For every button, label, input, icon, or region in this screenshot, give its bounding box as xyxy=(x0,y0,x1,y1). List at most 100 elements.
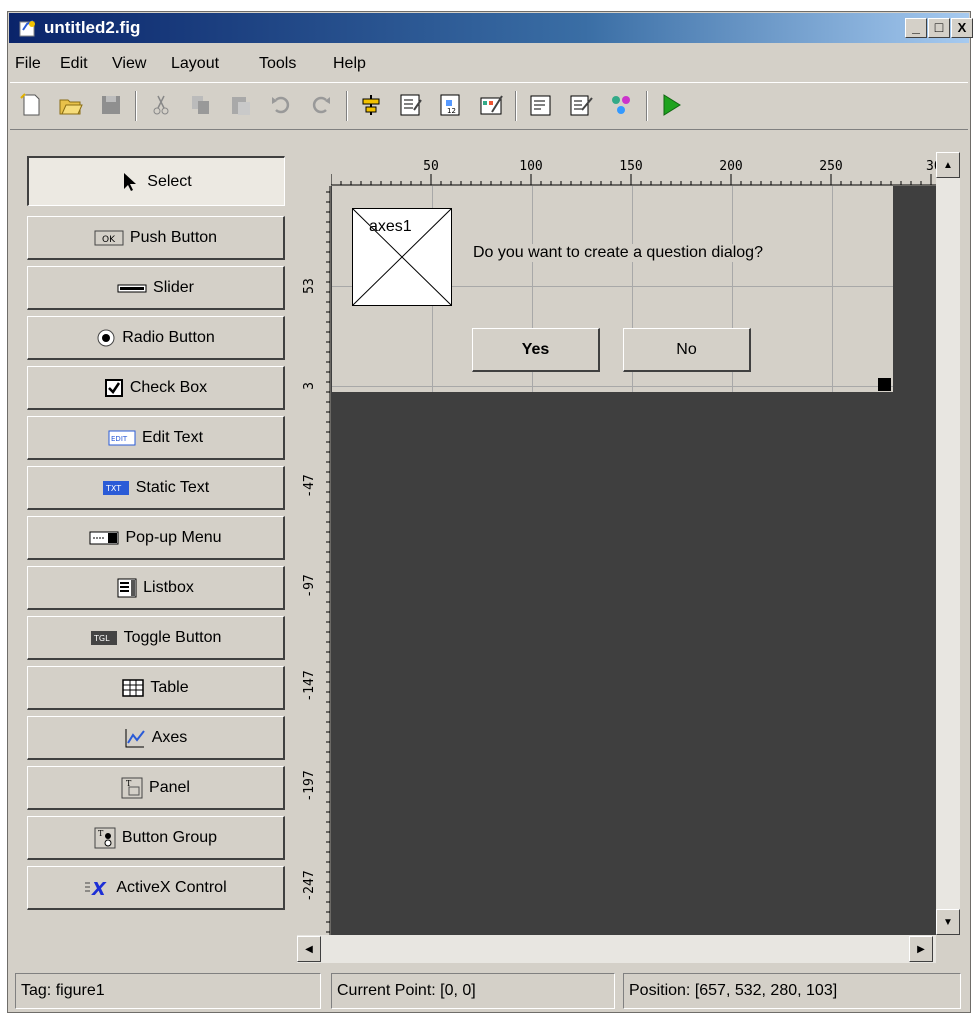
menu-tools[interactable]: Tools xyxy=(259,55,296,73)
figure-area[interactable]: axes1 Do you want to create a question d… xyxy=(332,186,893,392)
popup-menu-icon xyxy=(89,530,119,546)
toolbar-separator xyxy=(346,91,348,121)
ruler-label: 100 xyxy=(519,159,542,174)
palette-toggle-button-button[interactable]: TGL Toggle Button xyxy=(27,616,285,660)
menu-layout[interactable]: Layout xyxy=(171,55,219,73)
ruler-label: 50 xyxy=(423,159,439,174)
palette-check-box-button[interactable]: Check Box xyxy=(27,366,285,410)
figure-resize-handle[interactable] xyxy=(878,378,891,391)
palette-select-button[interactable]: Select xyxy=(27,156,285,206)
slider-icon xyxy=(117,280,147,296)
palette-activex-control-button[interactable]: X ActiveX Control xyxy=(27,866,285,910)
scroll-left-button[interactable]: ◀ xyxy=(297,936,321,962)
open-folder-icon[interactable] xyxy=(58,92,84,118)
maximize-button[interactable]: □ xyxy=(928,18,950,38)
tab-order-editor-icon[interactable]: 12 xyxy=(438,92,464,118)
svg-text:12: 12 xyxy=(447,107,456,115)
ruler-label: -147 xyxy=(302,670,317,701)
ruler-label: -247 xyxy=(302,870,317,901)
menu-edit[interactable]: Edit xyxy=(60,55,88,73)
ruler-label: 3 xyxy=(302,382,317,390)
palette-item-label: Edit Text xyxy=(141,428,204,446)
paste-icon[interactable] xyxy=(228,92,254,118)
question-text[interactable]: Do you want to create a question dialog? xyxy=(473,244,763,262)
palette-listbox-button[interactable]: Listbox xyxy=(27,566,285,610)
palette-item-label: Radio Button xyxy=(122,328,215,346)
svg-text:TGL: TGL xyxy=(93,634,110,643)
menu-file[interactable]: File xyxy=(15,55,41,73)
palette-slider-button[interactable]: Slider xyxy=(27,266,285,310)
status-tag: Tag: figure1 xyxy=(15,973,321,1009)
ruler-label: 30 xyxy=(926,159,936,174)
palette-pop-up-menu-button[interactable]: Pop-up Menu xyxy=(27,516,285,560)
new-file-icon[interactable] xyxy=(18,92,44,118)
title-bar[interactable]: untitled2.fig _ □ X xyxy=(9,13,973,43)
axes-label: axes1 xyxy=(369,218,412,235)
toolbar-separator xyxy=(515,91,517,121)
palette-panel-button[interactable]: T Panel xyxy=(27,766,285,810)
ruler-label: 150 xyxy=(619,159,642,174)
palette-item-label: ActiveX Control xyxy=(116,878,227,896)
palette-item-label: Table xyxy=(150,678,189,696)
menu-bar: File Edit View Layout Tools Help xyxy=(10,46,968,80)
vertical-scrollbar[interactable]: ▲ ▼ xyxy=(936,152,960,935)
grid-line xyxy=(332,386,893,387)
object-browser-icon[interactable] xyxy=(608,92,634,118)
ruler-label: 53 xyxy=(302,278,317,294)
toolbar-editor-icon[interactable] xyxy=(478,92,504,118)
edit-text-icon: EDIT xyxy=(108,430,136,446)
palette-radio-button-button[interactable]: Radio Button xyxy=(27,316,285,360)
palette-item-label: Push Button xyxy=(129,228,218,246)
panel-icon: T xyxy=(121,777,143,799)
horizontal-scrollbar[interactable]: ◀ ▶ xyxy=(297,935,936,963)
palette-item-label: Panel xyxy=(149,778,190,796)
figure-file-icon xyxy=(19,20,35,37)
scroll-up-button[interactable]: ▲ xyxy=(936,152,960,178)
ruler-label: -47 xyxy=(302,474,317,497)
run-figure-icon[interactable] xyxy=(658,92,684,118)
button-group-icon: T xyxy=(94,827,116,849)
svg-text:TXT: TXT xyxy=(105,484,121,493)
ruler-label: 250 xyxy=(819,159,842,174)
status-current-point: Current Point: [0, 0] xyxy=(331,973,615,1009)
palette-item-label: Static Text xyxy=(135,478,210,496)
menu-view[interactable]: View xyxy=(112,55,146,73)
palette-item-label: Axes xyxy=(151,728,188,746)
toolbar: 12 xyxy=(10,82,968,130)
menu-help[interactable]: Help xyxy=(333,55,366,73)
palette-static-text-button[interactable]: TXT Static Text xyxy=(27,466,285,510)
palette-item-label: Select xyxy=(147,172,192,190)
m-file-editor-icon[interactable] xyxy=(528,92,554,118)
palette-push-button-button[interactable]: OK Push Button xyxy=(27,216,285,260)
ruler-label: 200 xyxy=(719,159,742,174)
window-title: untitled2.fig xyxy=(44,18,141,37)
align-objects-icon[interactable] xyxy=(358,92,384,118)
close-button[interactable]: X xyxy=(951,18,973,38)
property-inspector-icon[interactable] xyxy=(568,92,594,118)
yes-button[interactable]: Yes xyxy=(472,328,600,372)
palette-edit-text-button[interactable]: EDIT Edit Text xyxy=(27,416,285,460)
palette-table-button[interactable]: Table xyxy=(27,666,285,710)
undo-icon[interactable] xyxy=(268,92,294,118)
palette-item-label: Pop-up Menu xyxy=(125,528,222,546)
menu-editor-icon[interactable] xyxy=(398,92,424,118)
check-box-icon xyxy=(104,378,124,398)
scroll-down-button[interactable]: ▼ xyxy=(936,909,960,935)
vertical-ruler: 53 3 -47 -97 -147 -197 -247 xyxy=(297,186,331,935)
grid-line xyxy=(832,186,833,392)
axes-placeholder[interactable]: axes1 xyxy=(352,208,452,306)
redo-icon[interactable] xyxy=(308,92,334,118)
cut-icon[interactable] xyxy=(148,92,174,118)
scroll-right-button[interactable]: ▶ xyxy=(909,936,933,962)
svg-text:EDIT: EDIT xyxy=(111,435,128,443)
ruler-label: -197 xyxy=(302,770,317,801)
palette-button-group-button[interactable]: T Button Group xyxy=(27,816,285,860)
table-icon xyxy=(122,678,145,698)
no-button[interactable]: No xyxy=(623,328,751,372)
activex-icon: X xyxy=(84,878,110,898)
save-icon[interactable] xyxy=(98,92,124,118)
copy-icon[interactable] xyxy=(188,92,214,118)
minimize-button[interactable]: _ xyxy=(905,18,927,38)
palette-item-label: Listbox xyxy=(143,578,194,596)
palette-axes-button[interactable]: Axes xyxy=(27,716,285,760)
